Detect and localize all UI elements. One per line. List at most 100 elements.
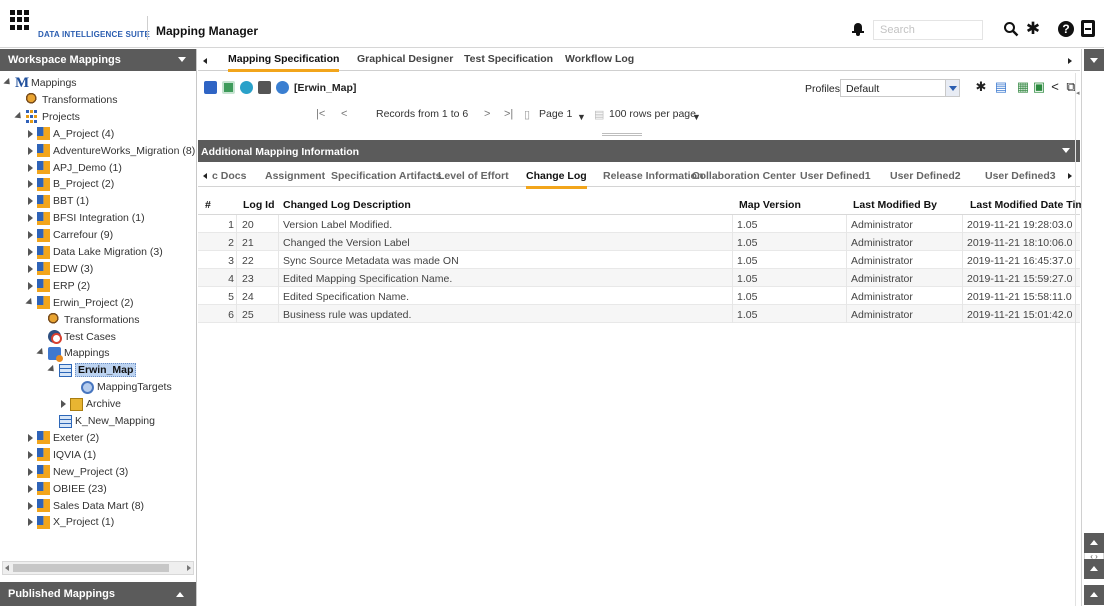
- tab-test-specification[interactable]: Test Specification: [464, 53, 553, 69]
- tree-toggle-icon[interactable]: [26, 146, 34, 155]
- column-header-last-modified-by[interactable]: Last Modified By: [853, 199, 937, 211]
- rail-up-button[interactable]: [1084, 559, 1104, 579]
- column-header-description[interactable]: Changed Log Description: [283, 199, 411, 211]
- tree-toggle-icon[interactable]: [26, 197, 34, 206]
- rows-per-page[interactable]: 100 rows per page: [609, 108, 696, 120]
- tree-item[interactable]: K_New_Mapping: [48, 413, 155, 429]
- table-row[interactable]: 6 25 Business rule was updated. 1.05 Adminis…: [198, 305, 1080, 323]
- tree-horizontal-scrollbar[interactable]: [2, 561, 194, 575]
- tree-toggle-icon[interactable]: [26, 180, 34, 189]
- search-document-icon[interactable]: ▤: [994, 80, 1008, 94]
- additional-mapping-info-header[interactable]: Additional Mapping Information: [198, 140, 1080, 162]
- tabs-scroll-left-icon[interactable]: [203, 58, 207, 64]
- column-header-log-id[interactable]: Log Id: [243, 199, 275, 211]
- tree-toggle-icon[interactable]: [26, 518, 34, 527]
- tree-item[interactable]: B_Project (2): [26, 176, 114, 192]
- tree-toggle-icon[interactable]: [37, 349, 45, 357]
- tree-toggle-icon[interactable]: [26, 299, 34, 307]
- tree-item[interactable]: Projects: [15, 109, 80, 125]
- tab-release-information[interactable]: Release Information: [603, 170, 703, 186]
- tree-toggle-icon[interactable]: [26, 281, 34, 290]
- tab-workflow-log[interactable]: Workflow Log: [565, 53, 634, 69]
- tree-item[interactable]: Carrefour (9): [26, 227, 113, 243]
- tree-item[interactable]: New_Project (3): [26, 464, 128, 480]
- column-header-last-modified-date[interactable]: Last Modified Date Time: [970, 199, 1091, 211]
- tree-toggle-icon[interactable]: [4, 79, 12, 87]
- profiles-select[interactable]: Default: [840, 79, 960, 97]
- tab-specification-artifacts[interactable]: Specification Artifacts: [331, 170, 441, 186]
- edit-icon[interactable]: [204, 81, 217, 94]
- notification-bell-icon[interactable]: [852, 22, 864, 36]
- chevron-down-icon[interactable]: [1062, 148, 1070, 153]
- sync-icon[interactable]: [240, 81, 253, 94]
- table-row[interactable]: 1 20 Version Label Modified. 1.05 Administra…: [198, 215, 1080, 233]
- tree-item[interactable]: EDW (3): [26, 261, 93, 277]
- page-number[interactable]: Page 1: [539, 108, 572, 120]
- last-page-icon[interactable]: >|: [504, 108, 513, 120]
- column-header-number[interactable]: #: [205, 199, 211, 211]
- tree-item[interactable]: AdventureWorks_Migration (8): [26, 143, 195, 159]
- tree-item[interactable]: ERP (2): [26, 278, 90, 294]
- tree-item[interactable]: X_Project (1): [26, 514, 114, 530]
- tab-assignment[interactable]: Assignment: [265, 170, 325, 186]
- search-input[interactable]: [874, 21, 982, 39]
- tree-item[interactable]: Test Cases: [37, 329, 116, 345]
- tree-toggle-icon[interactable]: [26, 163, 34, 172]
- table-row[interactable]: 4 23 Edited Mapping Specification Name. 1.0…: [198, 269, 1080, 287]
- tree-toggle-icon[interactable]: [15, 113, 23, 121]
- app-launcher-icon[interactable]: [10, 10, 30, 30]
- tree-item[interactable]: IQVIA (1): [26, 447, 96, 463]
- first-page-icon[interactable]: |<: [316, 108, 325, 120]
- tree-toggle-icon[interactable]: [26, 264, 34, 273]
- tree-item[interactable]: Transformations: [15, 92, 117, 108]
- tree-toggle-icon[interactable]: [26, 129, 34, 138]
- tree-toggle-icon[interactable]: [48, 366, 56, 374]
- tree-item[interactable]: BFSI Integration (1): [26, 210, 145, 226]
- rows-dropdown-icon[interactable]: ▼: [692, 112, 701, 122]
- tree-item[interactable]: Archive: [59, 396, 121, 412]
- table-row[interactable]: 5 24 Edited Specification Name. 1.05 Adminis…: [198, 287, 1080, 305]
- search-box[interactable]: [873, 20, 983, 40]
- tab-graphical-designer[interactable]: Graphical Designer: [357, 53, 453, 69]
- tree-item[interactable]: Mappings: [37, 345, 110, 362]
- tab-user-defined3[interactable]: User Defined3: [985, 170, 1056, 186]
- panel-splitter[interactable]: [602, 133, 642, 136]
- tree-item[interactable]: Exeter (2): [26, 430, 99, 446]
- chevron-up-icon[interactable]: [176, 592, 184, 597]
- subtabs-scroll-left-icon[interactable]: [203, 173, 207, 179]
- tree-toggle-icon[interactable]: [59, 400, 67, 409]
- share-icon[interactable]: <: [1048, 80, 1062, 94]
- scroll-left-icon[interactable]: [5, 565, 9, 571]
- tabs-scroll-right-icon[interactable]: [1068, 58, 1072, 64]
- tree-toggle-icon[interactable]: [26, 231, 34, 240]
- scrollbar-thumb[interactable]: [13, 564, 169, 572]
- tree-item[interactable]: Erwin_Project (2): [26, 295, 134, 311]
- tree-item[interactable]: MappingTargets: [70, 379, 172, 395]
- search-icon[interactable]: [1003, 21, 1019, 37]
- document-icon[interactable]: [258, 81, 271, 94]
- tree-item[interactable]: Sales Data Mart (8): [26, 498, 144, 514]
- table-row[interactable]: 3 22 Sync Source Metadata was made ON 1.05 A…: [198, 251, 1080, 269]
- excel-icon[interactable]: ▣: [1032, 80, 1046, 94]
- column-header-map-version[interactable]: Map Version: [739, 199, 801, 211]
- tree-item[interactable]: Erwin_Map: [48, 362, 137, 378]
- rail-collapse-button[interactable]: [1084, 49, 1104, 71]
- tab-user-defined1[interactable]: User Defined1: [800, 170, 871, 186]
- rail-up-button[interactable]: [1084, 533, 1104, 553]
- tab-docs[interactable]: c Docs: [212, 170, 246, 186]
- tab-level-of-effort[interactable]: Level of Effort: [438, 170, 509, 186]
- next-page-icon[interactable]: >: [484, 108, 490, 120]
- tree-item[interactable]: APJ_Demo (1): [26, 160, 122, 176]
- dropdown-arrow-icon[interactable]: [945, 80, 959, 96]
- tree-item[interactable]: M Mappings: [4, 75, 77, 91]
- tree-toggle-icon[interactable]: [26, 433, 34, 442]
- page-dropdown-icon[interactable]: ▼: [577, 112, 586, 122]
- tree-toggle-icon[interactable]: [26, 467, 34, 476]
- user-profile-icon[interactable]: [1081, 20, 1095, 37]
- table-row[interactable]: 2 21 Changed the Version Label 1.05 Administ…: [198, 233, 1080, 251]
- tree-toggle-icon[interactable]: [26, 484, 34, 493]
- export-icon[interactable]: ▦: [1016, 80, 1030, 94]
- tree-item[interactable]: OBIEE (23): [26, 481, 107, 497]
- tree-item[interactable]: Data Lake Migration (3): [26, 244, 163, 260]
- subtabs-scroll-right-icon[interactable]: [1068, 173, 1072, 179]
